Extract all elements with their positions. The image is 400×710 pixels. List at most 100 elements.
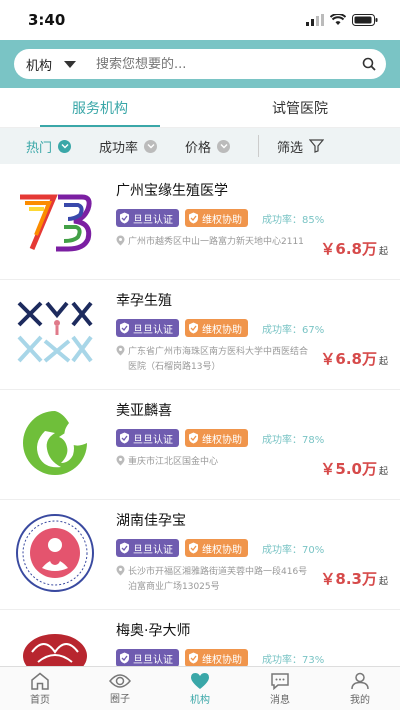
verified-badge: 旦旦认证 <box>116 649 179 666</box>
price-suffix: 起 <box>378 577 388 587</box>
institution-name: 梅奥·孕大师 <box>116 623 191 639</box>
rights-badge-label: 维权协助 <box>202 324 242 336</box>
shield-check-icon <box>189 652 198 664</box>
verified-badge-label: 旦旦认证 <box>133 324 173 336</box>
chevron-down-icon <box>58 139 72 153</box>
xy-cross-logo <box>10 288 100 378</box>
tabbar-home[interactable]: 首页 <box>0 667 80 710</box>
filter-price-label: 价格 <box>185 140 212 156</box>
yb-rainbow-logo <box>10 178 100 268</box>
list-item[interactable]: 梅奥·孕大师 旦旦认证 维权协助 成功率：73% <box>0 610 400 666</box>
filter-success-label: 成功率 <box>99 140 139 156</box>
rights-badge-label: 维权协助 <box>202 544 242 556</box>
location-pin-icon <box>116 235 125 252</box>
institution-address: 广东省广州市海珠区南方医科大学中西医结合医院（石榴岗路13号） <box>128 347 309 372</box>
shield-check-icon <box>120 212 129 224</box>
chevron-down-icon <box>144 139 158 153</box>
institution-address: 广州市越秀区中山一路富力新天地中心2111 <box>128 237 304 247</box>
user-icon <box>351 672 369 689</box>
shield-check-icon <box>120 542 129 554</box>
success-rate: 成功率：67% <box>262 324 325 336</box>
verified-badge-label: 旦旦认证 <box>133 434 173 446</box>
caret-down-icon <box>64 60 77 68</box>
price-value: ￥5.0万 <box>320 460 377 478</box>
rights-badge-label: 维权协助 <box>202 434 242 446</box>
list-item[interactable]: 美亚麟喜 旦旦认证 维权协助 成功率：78% 重庆市江北区国金中心 ￥5.0万起 <box>0 390 400 500</box>
filter-divider <box>258 135 260 157</box>
tabbar-me[interactable]: 我的 <box>320 667 400 710</box>
tab-bar-top: 服务机构 试管医院 <box>0 88 400 128</box>
rights-badge: 维权协助 <box>185 429 248 447</box>
success-rate: 成功率：85% <box>262 214 325 226</box>
search-type-label: 机构 <box>26 58 53 74</box>
price: ￥6.8万起 <box>320 238 388 259</box>
green-swirl-logo <box>10 398 100 488</box>
chevron-down-icon <box>217 139 231 153</box>
verified-badge: 旦旦认证 <box>116 539 179 557</box>
home-icon <box>31 672 49 690</box>
shield-check-icon <box>189 542 198 554</box>
search-band: 机构 <box>0 40 400 88</box>
shield-check-icon <box>120 652 129 664</box>
tabbar-messages-label: 消息 <box>270 694 290 706</box>
success-rate: 成功率：78% <box>262 434 325 446</box>
institution-list: 广州宝缘生殖医学 旦旦认证 维权协助 成功率：85% 广州市越秀区中山一路富力新… <box>0 170 400 666</box>
rights-badge: 维权协助 <box>185 319 248 337</box>
price-suffix: 起 <box>378 467 388 477</box>
chat-icon <box>271 672 289 690</box>
shield-check-icon <box>189 432 198 444</box>
filter-price[interactable]: 价格 <box>185 137 231 156</box>
tabbar-circle-label: 圈子 <box>110 693 130 705</box>
location-pin-icon <box>116 565 125 595</box>
tabbar-institution[interactable]: 机构 <box>160 667 240 710</box>
tabbar-circle[interactable]: 圈子 <box>80 667 160 710</box>
price-value: ￥6.8万 <box>320 240 377 258</box>
search-type-dropdown[interactable]: 机构 <box>26 55 77 74</box>
institution-name: 幸孕生殖 <box>116 293 172 309</box>
price-suffix: 起 <box>378 357 388 367</box>
price: ￥6.8万起 <box>320 348 388 369</box>
institution-address: 长沙市开福区湘雅路街道芙蓉中路一段416号泊富商业广场13025号 <box>128 567 308 592</box>
eye-icon <box>109 673 131 688</box>
bottom-tab-bar: 首页 圈子 机构 消息 我的 <box>0 666 400 710</box>
rights-badge: 维权协助 <box>185 209 248 227</box>
institution-address: 重庆市江北区国金中心 <box>128 457 219 467</box>
filter-bar: 热门 成功率 价格 筛选 <box>0 128 400 164</box>
price-suffix: 起 <box>378 247 388 257</box>
institution-name: 美亚麟喜 <box>116 403 172 419</box>
filter-hot[interactable]: 热门 <box>26 137 72 156</box>
institution-name: 湖南佳孕宝 <box>116 513 186 529</box>
list-item[interactable]: 幸孕生殖 旦旦认证 维权协助 成功率：67% 广东省广州市海珠区南方医科大学中西… <box>0 280 400 390</box>
search-bar: 机构 <box>14 49 386 79</box>
red-flower-logo <box>10 618 100 666</box>
filter-hot-label: 热门 <box>26 140 53 156</box>
verified-badge-label: 旦旦认证 <box>133 214 173 226</box>
location-pin-icon <box>116 455 125 472</box>
tabbar-messages[interactable]: 消息 <box>240 667 320 710</box>
tab-ivf-hospitals[interactable]: 试管医院 <box>200 88 400 127</box>
shield-check-icon <box>189 322 198 334</box>
status-time: 3:40 <box>28 11 66 29</box>
filter-success-rate[interactable]: 成功率 <box>99 137 158 156</box>
list-item[interactable]: 湖南佳孕宝 旦旦认证 维权协助 成功率：70% 长沙市开福区湘雅路街道芙蓉中路一… <box>0 500 400 610</box>
pink-seal-logo <box>10 508 100 598</box>
shield-check-icon <box>120 432 129 444</box>
price: ￥8.3万起 <box>320 568 388 589</box>
success-rate: 成功率：70% <box>262 544 325 556</box>
rights-badge: 维权协助 <box>185 539 248 557</box>
price: ￥5.0万起 <box>320 458 388 479</box>
rights-badge-label: 维权协助 <box>202 214 242 226</box>
signal-icon <box>306 14 324 26</box>
rights-badge: 维权协助 <box>185 649 248 666</box>
heart-icon <box>191 672 209 689</box>
tab-service-institutions[interactable]: 服务机构 <box>0 88 200 127</box>
status-bar: 3:40 <box>0 0 400 40</box>
list-item[interactable]: 广州宝缘生殖医学 旦旦认证 维权协助 成功率：85% 广州市越秀区中山一路富力新… <box>0 170 400 280</box>
search-input[interactable] <box>96 56 362 72</box>
search-icon[interactable] <box>362 57 376 71</box>
filter-screen-label: 筛选 <box>277 140 304 156</box>
shield-check-icon <box>189 212 198 224</box>
verified-badge-label: 旦旦认证 <box>133 654 173 666</box>
verified-badge-label: 旦旦认证 <box>133 544 173 556</box>
filter-screen-button[interactable]: 筛选 <box>277 137 325 156</box>
